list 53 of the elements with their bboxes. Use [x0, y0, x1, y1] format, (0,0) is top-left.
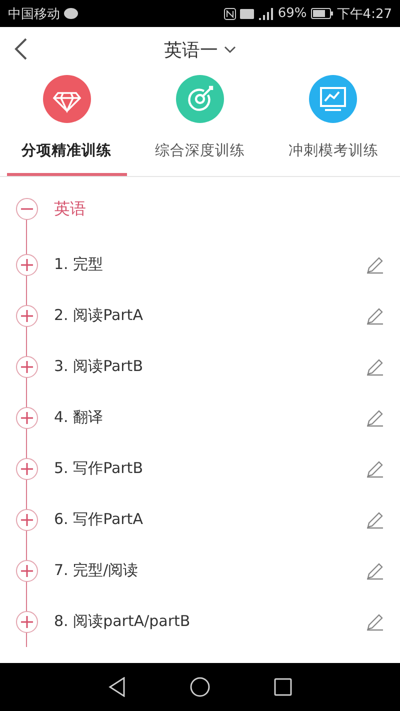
hd-icon: [240, 8, 254, 18]
pencil-icon[interactable]: [366, 612, 384, 630]
pencil-icon[interactable]: [366, 562, 384, 580]
tree-item-label[interactable]: 8. 阅读partA/partB: [54, 612, 366, 631]
pencil-icon[interactable]: [366, 306, 384, 324]
expand-button[interactable]: [16, 304, 38, 326]
plus-icon: [21, 310, 33, 322]
expand-button[interactable]: [16, 560, 38, 582]
collapse-button[interactable]: [16, 198, 38, 220]
expand-button[interactable]: [16, 254, 38, 276]
tree-item-label[interactable]: 3. 阅读PartB: [54, 357, 366, 376]
tree-item-label[interactable]: 2. 阅读PartA: [54, 306, 366, 325]
plus-icon: [21, 462, 33, 474]
chat-bubble-icon: [64, 8, 78, 20]
tree-item-label[interactable]: 4. 翻译: [54, 408, 366, 427]
plus-icon: [21, 616, 33, 628]
plus-icon: [21, 514, 33, 526]
tree-item-label[interactable]: 1. 完型: [54, 255, 366, 274]
plus-icon: [21, 258, 33, 270]
pencil-icon[interactable]: [366, 408, 384, 426]
pencil-icon[interactable]: [366, 358, 384, 376]
recents-nav-icon[interactable]: [274, 678, 292, 696]
back-icon[interactable]: [14, 38, 28, 60]
pencil-icon[interactable]: [366, 460, 384, 478]
expand-button[interactable]: [16, 610, 38, 632]
tree-root-label[interactable]: 英语: [54, 198, 400, 220]
signal-icon: [258, 8, 274, 20]
plus-icon: [21, 412, 33, 424]
target-icon[interactable]: [176, 75, 224, 123]
back-nav-icon[interactable]: [108, 677, 126, 697]
monitor-icon[interactable]: [309, 75, 358, 123]
expand-button[interactable]: [16, 458, 38, 480]
clock-time: 下午4:27: [336, 6, 392, 22]
chevron-down-icon[interactable]: [224, 46, 236, 54]
tab[interactable]: 综合深度训练: [150, 123, 249, 173]
tab[interactable]: 分项精准训练: [18, 123, 116, 173]
expand-button[interactable]: [16, 508, 38, 530]
expand-button[interactable]: [16, 406, 38, 428]
tree-item-label[interactable]: 6. 写作PartA: [54, 510, 366, 529]
plus-icon: [21, 564, 33, 576]
battery-percent: 69%: [278, 6, 307, 21]
pencil-icon[interactable]: [366, 256, 384, 274]
pencil-icon[interactable]: [366, 510, 384, 528]
expand-button[interactable]: [16, 356, 38, 378]
plus-icon: [21, 360, 33, 372]
home-nav-icon[interactable]: [190, 677, 210, 697]
battery-icon: [310, 8, 333, 19]
nfc-icon: [224, 8, 236, 20]
tab[interactable]: 冲刺模考训练: [284, 123, 382, 173]
tree-item-label[interactable]: 7. 完型/阅读: [54, 561, 366, 580]
page-title[interactable]: 英语一: [164, 38, 218, 62]
tree-item-label[interactable]: 5. 写作PartB: [54, 459, 366, 478]
carrier-text: 中国移动: [8, 6, 60, 22]
